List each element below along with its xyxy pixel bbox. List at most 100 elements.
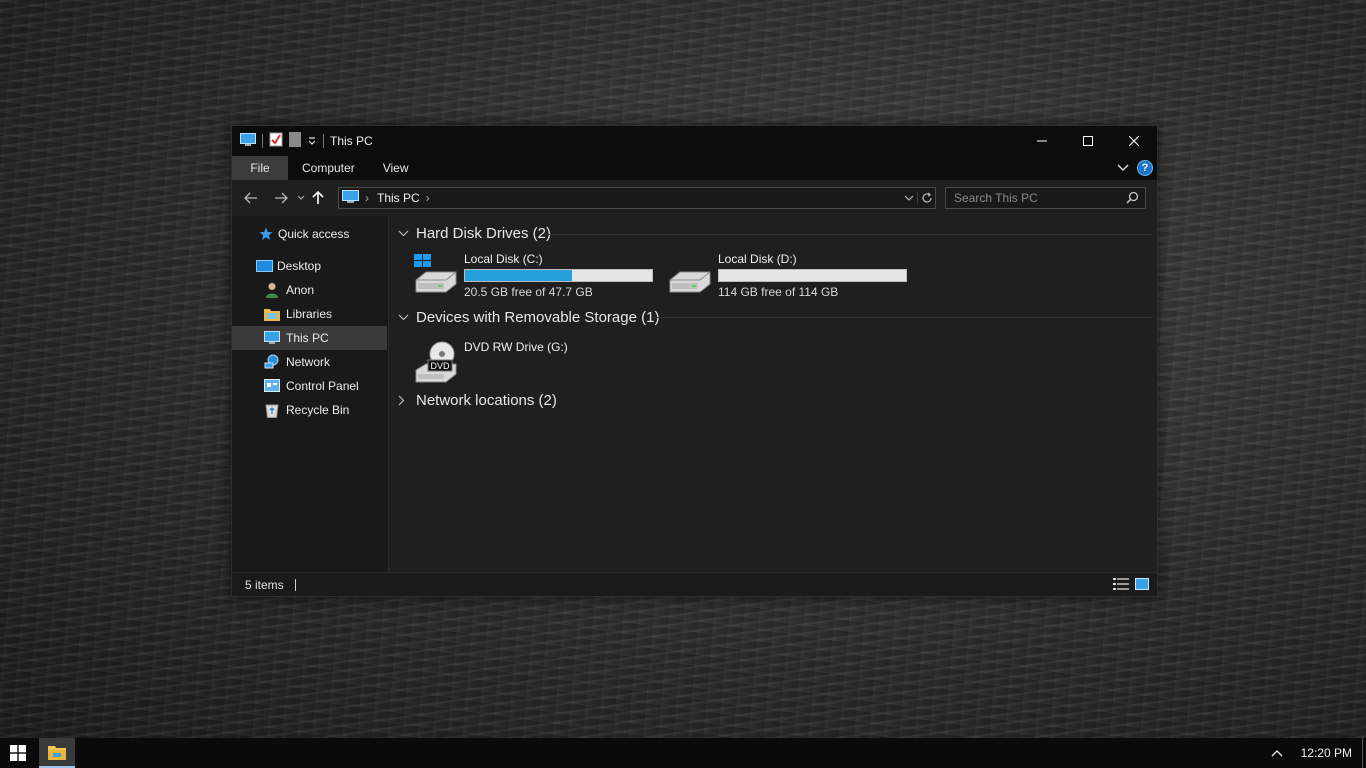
taskbar: 12:20 PM [0,738,1366,768]
quick-access-toolbar [232,132,324,150]
expand-ribbon-button[interactable] [1117,161,1129,175]
toolbar-separator [262,134,263,148]
sidebar-item-control-panel[interactable]: Control Panel [232,374,387,398]
sidebar-item-quick-access[interactable]: Quick access [232,222,387,246]
refresh-icon [921,192,932,203]
back-arrow-icon [244,192,257,204]
group-title: Hard Disk Drives (2) [416,224,552,242]
group-divider [545,234,1151,235]
status-separator [294,578,296,591]
sidebar-item-desktop[interactable]: Desktop [232,254,387,278]
taskbar-file-explorer-button[interactable] [39,738,75,768]
navigation-pane: Quick access Desktop Anon Libraries This… [232,216,389,572]
minimize-icon [1037,140,1047,142]
toolbar-separator [323,134,324,148]
customize-toolbar-chevron-icon[interactable] [307,134,317,148]
close-button[interactable] [1111,126,1157,156]
close-icon [1129,136,1139,146]
sidebar-item-label: Desktop [277,259,322,273]
sidebar-item-anon[interactable]: Anon [232,278,387,302]
sidebar-item-network[interactable]: Network [232,350,387,374]
details-view-icon [1113,578,1129,590]
computer-icon [264,330,280,346]
drive-free-space: 20.5 GB free of 47.7 GB [464,285,593,299]
sidebar-item-label: Network [286,355,331,369]
sidebar-item-label: Libraries [286,307,333,321]
taskbar-clock[interactable]: 12:20 PM [1301,746,1352,760]
large-icons-view-icon [1135,578,1149,590]
tab-view[interactable]: View [369,156,423,180]
details-view-button[interactable] [1113,577,1129,594]
search-icon[interactable] [1126,191,1139,207]
new-folder-icon[interactable] [289,132,301,150]
group-header-removable-storage[interactable]: Devices with Removable Storage (1) [398,307,659,327]
ribbon-tabs: File Computer View ? [232,156,1157,180]
back-button[interactable] [238,185,264,211]
chevron-down-icon [1117,164,1129,171]
recycle-bin-icon [264,402,280,418]
search-input[interactable] [946,191,1116,205]
sidebar-item-label: Recycle Bin [286,403,350,417]
capacity-bar [464,269,653,282]
explorer-body: Quick access Desktop Anon Libraries This… [232,216,1157,572]
sidebar-item-label: Quick access [278,227,350,241]
minimize-button[interactable] [1019,126,1065,156]
chevron-down-icon [398,230,412,237]
drive-item-g[interactable]: DVD DVD RW Drive (G:) [412,340,568,388]
explorer-window: This PC File Computer View ? › This PC ›… [231,125,1158,597]
title-bar: This PC [232,126,1157,156]
system-drive-icon [412,252,460,300]
chevron-right-icon [398,395,412,406]
this-pc-icon [342,189,359,207]
drive-info: DVD RW Drive (G:) [464,340,568,354]
breadcrumb-separator-icon[interactable]: › [426,191,430,205]
properties-icon[interactable] [269,132,283,150]
show-hidden-icons-button[interactable] [1271,746,1283,760]
drive-name: DVD RW Drive (G:) [464,340,568,354]
group-divider [653,317,1151,318]
group-title: Network locations (2) [416,391,557,409]
address-bar[interactable]: › This PC › [338,187,936,209]
breadcrumb-this-pc[interactable]: This PC [377,191,420,205]
address-history-button[interactable] [901,195,917,201]
group-title: Devices with Removable Storage (1) [416,308,660,326]
drive-name: Local Disk (D:) [718,252,797,266]
maximize-icon [1083,136,1093,146]
up-button[interactable] [308,185,328,211]
recent-locations-button[interactable] [294,185,308,211]
group-header-network-locations[interactable]: Network locations (2) [398,390,557,410]
drive-info: Local Disk (D:) 114 GB free of 114 GB [718,252,907,299]
up-arrow-icon [312,191,324,204]
group-header-hard-disk-drives[interactable]: Hard Disk Drives (2) [398,223,551,243]
breadcrumb-separator-icon[interactable]: › [365,191,369,205]
dvd-badge-text: DVD [430,361,450,371]
show-desktop-button[interactable] [1362,738,1366,768]
sidebar-item-this-pc[interactable]: This PC [232,326,387,350]
control-panel-icon [264,378,280,394]
sidebar-item-libraries[interactable]: Libraries [232,302,387,326]
user-icon [264,282,280,298]
large-icons-view-button[interactable] [1135,577,1149,594]
chevron-down-icon [297,195,305,200]
help-icon[interactable]: ? [1137,160,1153,176]
address-bar-actions [901,188,935,208]
sidebar-item-recycle-bin[interactable]: Recycle Bin [232,398,387,422]
search-box[interactable] [945,187,1146,209]
content-pane: Hard Disk Drives (2) Local Disk (C:) 20.… [390,216,1157,572]
capacity-used-fill [465,270,572,281]
hard-drive-icon [666,252,714,300]
start-button[interactable] [0,738,36,768]
forward-button[interactable] [268,185,294,211]
status-bar: 5 items [232,572,1157,596]
windows-logo-icon [10,745,26,761]
star-icon [258,226,274,242]
this-pc-icon [240,132,256,150]
maximize-button[interactable] [1065,126,1111,156]
tab-file[interactable]: File [232,156,288,180]
drive-info: Local Disk (C:) 20.5 GB free of 47.7 GB [464,252,653,299]
sidebar-item-label: Anon [286,283,315,297]
drive-item-c[interactable]: Local Disk (C:) 20.5 GB free of 47.7 GB [412,252,653,300]
refresh-button[interactable] [917,192,935,204]
drive-item-d[interactable]: Local Disk (D:) 114 GB free of 114 GB [666,252,907,300]
tab-computer[interactable]: Computer [288,156,369,180]
